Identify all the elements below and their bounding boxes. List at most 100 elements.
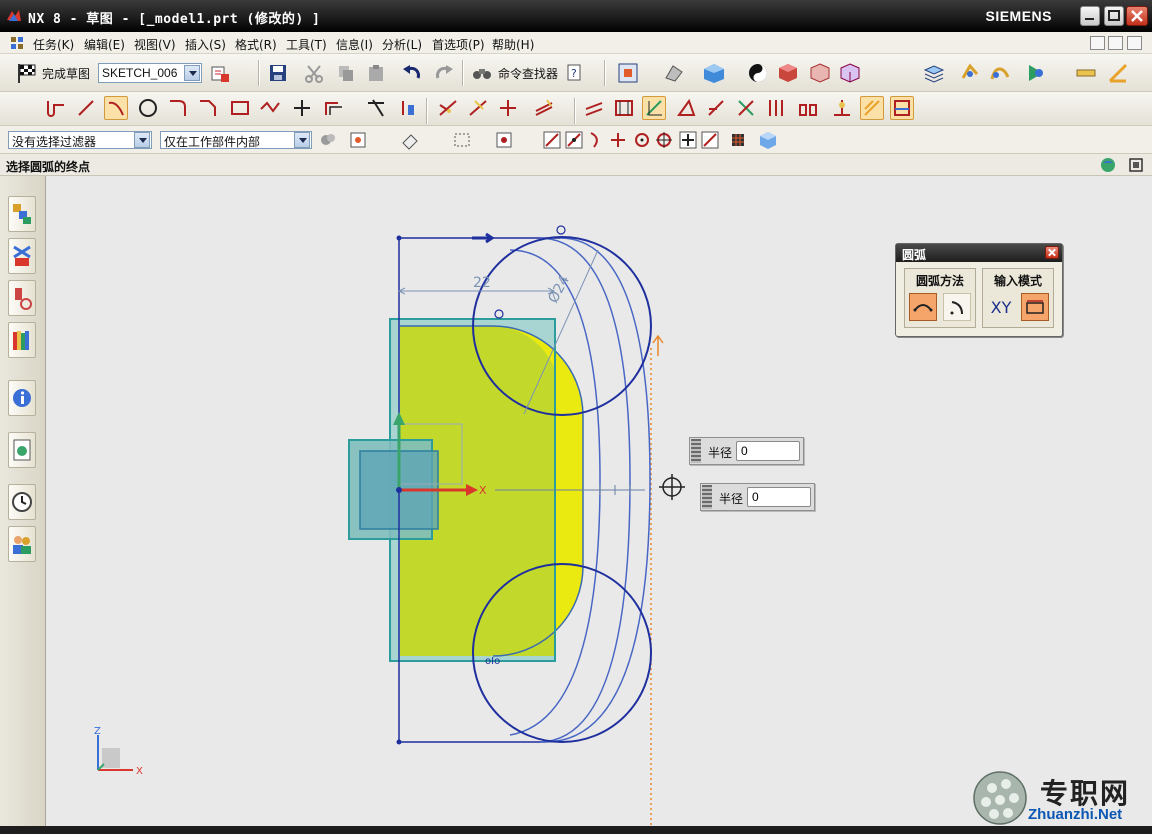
make-corner-button[interactable] xyxy=(496,96,520,120)
dimension-horizontal-text[interactable]: 22 xyxy=(473,275,491,291)
polygon-button[interactable] xyxy=(258,96,282,120)
minimize-button[interactable] xyxy=(1080,6,1100,26)
menu-analysis[interactable]: 分析(L) xyxy=(382,36,422,53)
fillet-button[interactable] xyxy=(166,96,190,120)
feature-select-button[interactable] xyxy=(398,128,422,152)
sketch-name-dropdown[interactable]: SKETCH_006 xyxy=(98,63,202,83)
fit-view-button[interactable] xyxy=(616,61,640,85)
derived-lines-button[interactable] xyxy=(532,96,556,120)
shaded-view-button[interactable] xyxy=(702,61,726,85)
update-model-button[interactable] xyxy=(830,96,854,120)
offset-curve-button[interactable] xyxy=(322,96,346,120)
relax-button[interactable] xyxy=(860,96,884,120)
close-button[interactable] xyxy=(1126,6,1148,26)
mdi-minimize-button[interactable] xyxy=(1090,36,1105,50)
chamfer-button[interactable] xyxy=(196,96,220,120)
chevron-down-icon[interactable] xyxy=(294,132,310,148)
layer-cube-button[interactable] xyxy=(838,61,862,85)
radius-field[interactable] xyxy=(736,441,800,461)
coordinate-mode-button[interactable]: XY xyxy=(987,293,1015,321)
extend-button[interactable] xyxy=(396,96,420,120)
menu-format[interactable]: 格式(R) xyxy=(235,36,277,53)
menu-info[interactable]: 信息(I) xyxy=(336,36,373,53)
control-point-button[interactable] xyxy=(584,128,608,152)
section-view-button[interactable] xyxy=(776,61,800,85)
quick-trim-button[interactable] xyxy=(436,96,460,120)
reuse-library-tab[interactable] xyxy=(8,322,36,358)
part-navigator-tab[interactable] xyxy=(8,280,36,316)
finish-sketch-button[interactable] xyxy=(14,61,38,85)
sketch-relations-button[interactable] xyxy=(796,96,820,120)
command-finder-button[interactable] xyxy=(470,61,494,85)
finish-sketch-label[interactable]: 完成草图 xyxy=(42,65,90,82)
menu-view[interactable]: 视图(V) xyxy=(134,36,176,53)
intersection-point-button[interactable] xyxy=(606,128,630,152)
wireframe-button[interactable] xyxy=(808,61,832,85)
play-button[interactable] xyxy=(1024,61,1048,85)
render-style-button[interactable] xyxy=(662,61,686,85)
web-browser-tab[interactable] xyxy=(8,432,36,468)
animate-dimension-button[interactable] xyxy=(704,96,728,120)
quadrant-point-button[interactable] xyxy=(652,128,676,152)
constraint-navigator-tab[interactable] xyxy=(8,238,36,274)
mid-point-button[interactable] xyxy=(562,128,586,152)
undo-button[interactable] xyxy=(400,61,424,85)
selection-intent-button[interactable] xyxy=(346,128,370,152)
arc-center-endpoints-button[interactable] xyxy=(943,293,971,321)
arc-dialog-header[interactable]: 圆弧 xyxy=(896,244,1062,262)
redo-button[interactable] xyxy=(432,61,456,85)
auto-constrain-button[interactable] xyxy=(674,96,698,120)
alternate-solution-button[interactable] xyxy=(764,96,788,120)
angle-measure-button[interactable] xyxy=(1106,61,1130,85)
analysis-button[interactable] xyxy=(988,61,1012,85)
menu-preferences[interactable]: 首选项(P) xyxy=(432,36,485,53)
show-constraints-button[interactable] xyxy=(642,96,666,120)
geometric-constraints-button[interactable] xyxy=(582,96,606,120)
menu-tools[interactable]: 工具(T) xyxy=(286,36,327,53)
snap-point-toggle-button[interactable] xyxy=(492,128,516,152)
chevron-down-icon[interactable] xyxy=(184,65,200,81)
general-selection-button[interactable] xyxy=(316,128,340,152)
continuous-autodim-button[interactable] xyxy=(890,96,914,120)
help-search-button[interactable]: ? xyxy=(564,61,588,85)
selection-scope-dropdown[interactable]: 仅在工作部件内部 xyxy=(160,131,312,149)
fullscreen-icon[interactable] xyxy=(1128,157,1144,173)
convert-reference-button[interactable] xyxy=(734,96,758,120)
menu-edit[interactable]: 编辑(E) xyxy=(84,36,125,53)
save-button[interactable] xyxy=(266,61,290,85)
layer-settings-button[interactable] xyxy=(922,61,946,85)
background-button[interactable] xyxy=(746,61,770,85)
wcs-button[interactable] xyxy=(958,61,982,85)
circle-button[interactable] xyxy=(136,96,160,120)
hd3d-tools-tab[interactable] xyxy=(8,380,36,416)
mdi-close-button[interactable] xyxy=(1127,36,1142,50)
rectangle-select-button[interactable] xyxy=(450,128,474,152)
drag-handle[interactable] xyxy=(691,439,701,463)
trim-button[interactable] xyxy=(364,96,388,120)
arc-three-point-button[interactable] xyxy=(909,293,937,321)
part-navigator-button[interactable] xyxy=(756,128,780,152)
copy-button[interactable] xyxy=(334,61,358,85)
type-filter-dropdown[interactable]: 没有选择过滤器 xyxy=(8,131,152,149)
history-tab[interactable] xyxy=(8,484,36,520)
assembly-navigator-tab[interactable] xyxy=(8,196,36,232)
command-finder-label[interactable]: 命令查找器 xyxy=(498,65,558,82)
rectangle-button[interactable] xyxy=(228,96,252,120)
sketch-settings-button[interactable] xyxy=(208,61,232,85)
end-point-button[interactable] xyxy=(540,128,564,152)
quick-extend-button[interactable] xyxy=(466,96,490,120)
paste-button[interactable] xyxy=(364,61,388,85)
line-button[interactable] xyxy=(74,96,98,120)
inferred-dimension-button[interactable] xyxy=(612,96,636,120)
point-button[interactable] xyxy=(290,96,314,120)
globe-icon[interactable] xyxy=(1100,157,1116,173)
drag-handle[interactable] xyxy=(702,485,712,509)
arc-button[interactable] xyxy=(104,96,128,120)
menu-insert[interactable]: 插入(S) xyxy=(185,36,226,53)
radius-field[interactable] xyxy=(747,487,811,507)
snap-settings-button[interactable] xyxy=(726,128,750,152)
close-icon[interactable] xyxy=(1045,246,1059,259)
maximize-button[interactable] xyxy=(1104,6,1124,26)
menu-task[interactable]: 任务(K) xyxy=(33,36,74,53)
mdi-restore-button[interactable] xyxy=(1108,36,1123,50)
